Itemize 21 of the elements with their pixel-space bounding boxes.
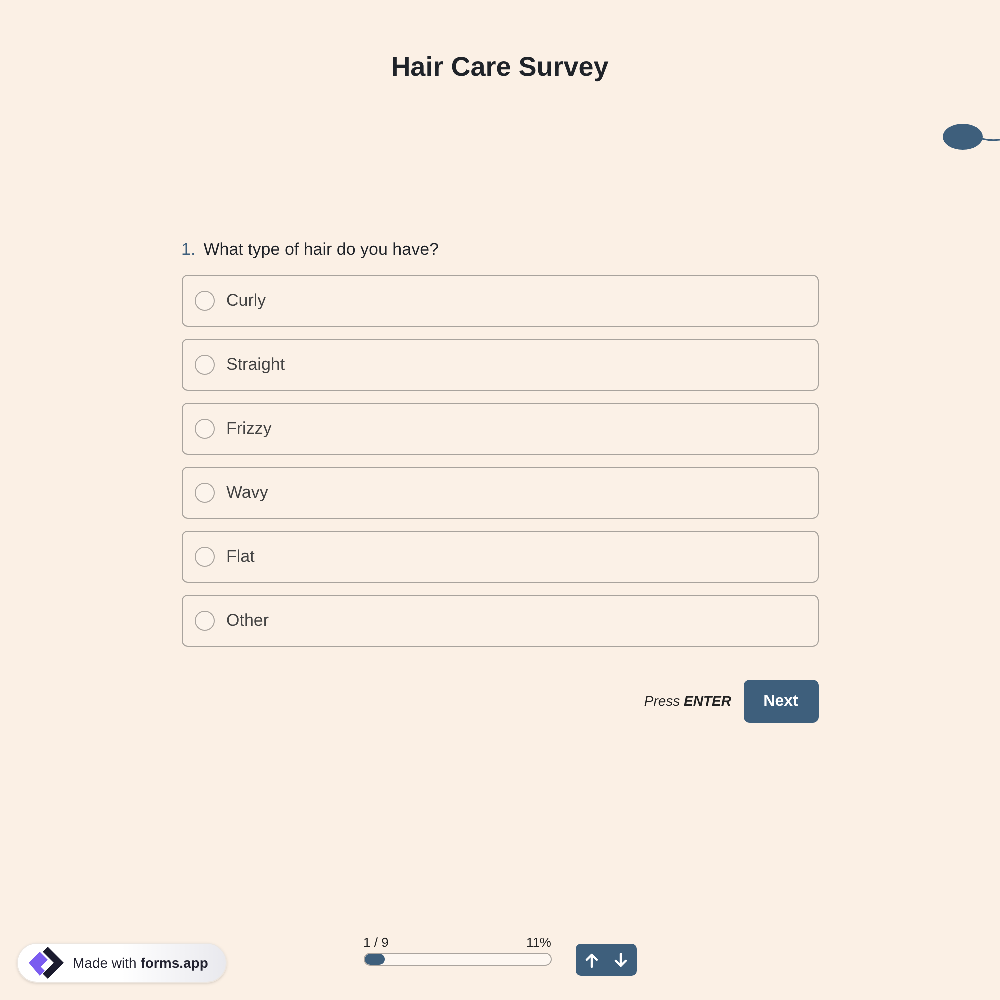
arrow-up-icon — [584, 952, 598, 968]
arrow-down-icon — [614, 952, 628, 968]
option-choice[interactable]: Wavy — [182, 467, 818, 519]
logo-icon — [27, 946, 66, 980]
option-choice[interactable]: Other — [182, 595, 818, 647]
press-enter-hint: Press ENTER — [644, 692, 732, 711]
question-number: 1. — [182, 239, 196, 262]
question-text: What type of hair do you have? — [204, 239, 439, 262]
option-choice[interactable]: Flat — [182, 531, 818, 583]
question-count: 1 / 9 — [364, 934, 389, 952]
option-choice[interactable]: Frizzy — [182, 403, 818, 455]
made-with-badge[interactable]: Made with forms.app — [17, 943, 227, 983]
oval-drawing — [942, 123, 1000, 151]
survey-title: Hair Care Survey — [391, 51, 609, 83]
option-choice[interactable]: Curly — [182, 275, 818, 327]
previous-button[interactable] — [584, 952, 600, 968]
badge-text: Made with forms.app — [73, 954, 208, 973]
next-button[interactable]: Next — [744, 680, 818, 723]
option-choice[interactable]: Straight — [182, 339, 818, 391]
next-question-button[interactable] — [612, 952, 628, 968]
progress-percent: 11% — [526, 934, 552, 952]
